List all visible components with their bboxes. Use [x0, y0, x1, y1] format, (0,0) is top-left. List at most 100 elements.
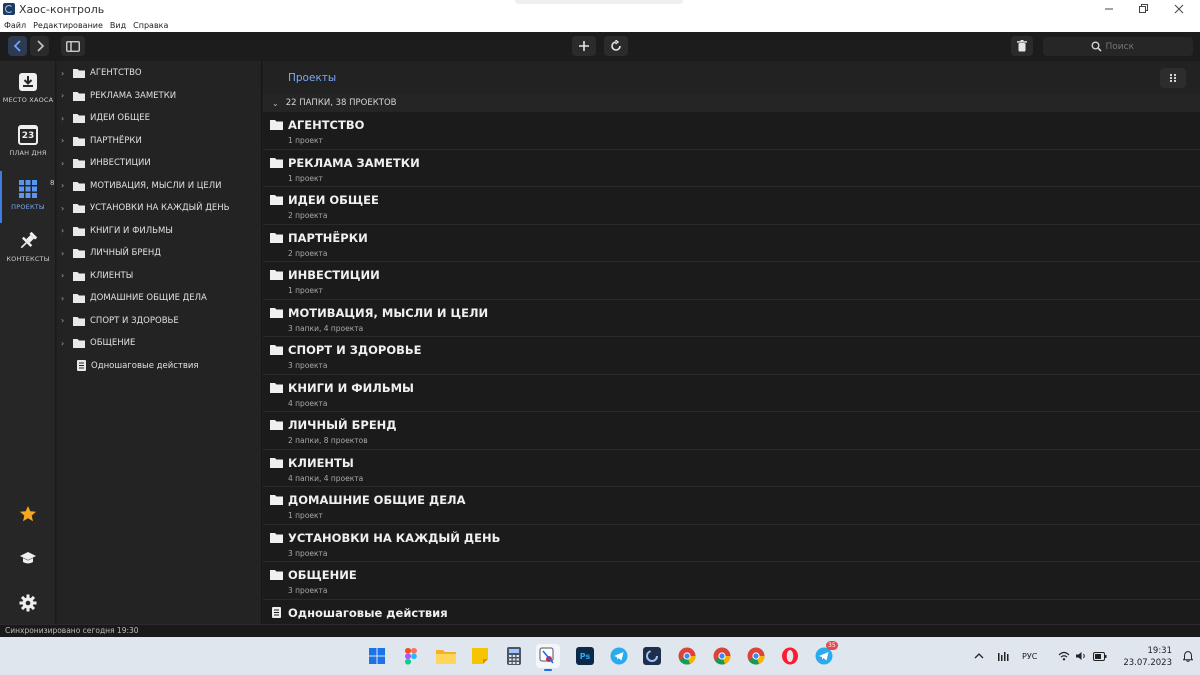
tree-item[interactable]: › ИНВЕСТИЦИИ: [57, 152, 262, 174]
tree-item[interactable]: › АГЕНТСТВО: [57, 62, 262, 84]
tree-item[interactable]: › КНИГИ И ФИЛЬМЫ: [57, 220, 262, 242]
tree-item[interactable]: › ПАРТНЁРКИ: [57, 130, 262, 152]
learning-button[interactable]: [0, 547, 56, 571]
tree-item-label: РЕКЛАМА ЗАМЕТКИ: [90, 90, 177, 101]
list-item[interactable]: ИНВЕСТИЦИИ 1 проект: [263, 262, 1200, 300]
battery-icon[interactable]: [1093, 651, 1107, 661]
back-button[interactable]: [8, 36, 27, 56]
list-item[interactable]: РЕКЛАМА ЗАМЕТКИ 1 проект: [263, 150, 1200, 187]
restore-button[interactable]: [1126, 0, 1160, 18]
chevron-right-icon[interactable]: ›: [61, 339, 69, 348]
folder-tree: › АГЕНТСТВО › РЕКЛАМА ЗАМЕТКИ › ИДЕИ ОБЩЕЕ …: [57, 61, 262, 624]
taskbar-figma[interactable]: [399, 644, 423, 668]
taskbar-photoshop[interactable]: Ps: [573, 644, 597, 668]
list-item[interactable]: ЛИЧНЫЙ БРЕНД 2 папки, 8 проектов: [263, 412, 1200, 450]
list-item[interactable]: АГЕНТСТВО 1 проект: [263, 112, 1200, 150]
tree-item[interactable]: › СПОРТ И ЗДОРОВЬЕ: [57, 310, 262, 332]
chevron-right-icon[interactable]: ›: [61, 204, 69, 213]
list-item[interactable]: МОТИВАЦИЯ, МЫСЛИ И ЦЕЛИ 3 папки, 4 проект…: [263, 300, 1200, 337]
taskbar-snipping-tool[interactable]: [536, 644, 560, 671]
list-item[interactable]: ДОМАШНИЕ ОБЩИЕ ДЕЛА 1 проект: [263, 487, 1200, 525]
tree-item[interactable]: › КЛИЕНТЫ: [57, 265, 262, 287]
tree-item[interactable]: › ЛИЧНЫЙ БРЕНД: [57, 242, 262, 264]
chevron-right-icon[interactable]: ›: [61, 316, 69, 325]
tree-item[interactable]: › РЕКЛАМА ЗАМЕТКИ: [57, 85, 262, 107]
start-button[interactable]: [365, 644, 389, 668]
toolbar: [0, 32, 1200, 61]
notification-bell-icon[interactable]: [1183, 651, 1193, 662]
list-item[interactable]: КНИГИ И ФИЛЬМЫ 4 проекта: [263, 375, 1200, 412]
rail-item-day-plan[interactable]: 23 ПЛАН ДНЯ: [0, 123, 56, 175]
plus-icon: [579, 41, 589, 51]
chevron-right-icon[interactable]: ›: [61, 114, 69, 123]
search-box[interactable]: [1043, 37, 1193, 56]
add-button[interactable]: [572, 36, 596, 56]
chevron-up-icon[interactable]: [974, 651, 984, 661]
language-indicator[interactable]: РУС: [1022, 652, 1037, 661]
list-item-count: 1 проект: [288, 136, 323, 145]
favorites-button[interactable]: [0, 502, 56, 526]
tree-item[interactable]: › УСТАНОВКИ НА КАЖДЫЙ ДЕНЬ: [57, 197, 262, 219]
network-activity-icon[interactable]: [998, 651, 1010, 661]
chevron-right-icon[interactable]: ›: [61, 226, 69, 235]
minimize-button[interactable]: [1092, 0, 1126, 18]
chevron-right-icon[interactable]: ›: [61, 181, 69, 190]
chevron-right-icon[interactable]: ›: [61, 271, 69, 280]
tree-item[interactable]: › ИДЕИ ОБЩЕЕ: [57, 107, 262, 129]
volume-icon[interactable]: [1075, 651, 1087, 661]
taskbar-chrome-3[interactable]: [744, 644, 768, 668]
chevron-right-icon[interactable]: ›: [61, 69, 69, 78]
wifi-icon[interactable]: [1058, 651, 1070, 661]
tree-item-label: КНИГИ И ФИЛЬМЫ: [90, 225, 173, 236]
rail-item-chaos-place[interactable]: МЕСТО ХАОСА: [0, 69, 56, 121]
summary-group-header[interactable]: ⌄ 22 ПАПКИ, 38 ПРОЕКТОВ: [263, 94, 1200, 112]
rail-item-contexts[interactable]: КОНТЕКСТЫ: [0, 227, 56, 279]
taskbar-chrome-2[interactable]: [710, 644, 734, 668]
list-item[interactable]: ОБЩЕНИЕ 3 проекта: [263, 562, 1200, 600]
taskbar-sticky-notes[interactable]: [468, 644, 492, 668]
chevron-right-icon[interactable]: ›: [61, 294, 69, 303]
toggle-sidebar-button[interactable]: [61, 36, 85, 56]
menu-help[interactable]: Справка: [133, 21, 168, 30]
forward-button[interactable]: [30, 36, 49, 56]
list-item[interactable]: КЛИЕНТЫ 4 папки, 4 проекта: [263, 450, 1200, 487]
tree-item-single-step[interactable]: Одношаговые действия: [57, 355, 262, 377]
taskbar-explorer[interactable]: [434, 644, 458, 668]
taskbar-opera[interactable]: [778, 644, 802, 668]
settings-button[interactable]: [0, 591, 56, 615]
close-button[interactable]: [1162, 0, 1196, 18]
taskbar-telegram-2[interactable]: 35: [812, 641, 838, 668]
delete-button[interactable]: [1011, 36, 1033, 56]
system-clock[interactable]: 19:31 23.07.2023: [1116, 645, 1172, 669]
projects-main: Проекты ⌄ 22 ПАПКИ, 38 ПРОЕКТОВ АГЕНТСТВ…: [263, 61, 1200, 624]
taskbar-chrome-1[interactable]: [675, 644, 699, 668]
chevron-right-icon[interactable]: ›: [61, 91, 69, 100]
menu-view[interactable]: Вид: [110, 21, 126, 30]
chevron-down-icon[interactable]: ⌄: [272, 99, 279, 108]
top-drag-handle[interactable]: [515, 0, 683, 4]
sync-button[interactable]: [604, 36, 628, 56]
taskbar-calculator[interactable]: [502, 644, 526, 668]
rail-item-projects[interactable]: ПРОЕКТЫ: [0, 171, 56, 223]
tree-item[interactable]: › ДОМАШНИЕ ОБЩИЕ ДЕЛА: [57, 287, 262, 309]
rail-label-contexts: КОНТЕКСТЫ: [6, 255, 50, 263]
telegram-icon: [610, 647, 628, 665]
chevron-right-icon[interactable]: ›: [61, 159, 69, 168]
tree-item-label: КЛИЕНТЫ: [90, 270, 134, 281]
chevron-right-icon[interactable]: ›: [61, 249, 69, 258]
taskbar-telegram[interactable]: [607, 644, 631, 668]
list-item[interactable]: СПОРТ И ЗДОРОВЬЕ 3 проекта: [263, 337, 1200, 375]
folder-icon: [270, 382, 283, 393]
search-input[interactable]: [1105, 41, 1146, 52]
tree-item[interactable]: › ОБЩЕНИЕ: [57, 332, 262, 354]
menu-edit[interactable]: Редактирование: [33, 21, 103, 30]
tree-item[interactable]: › МОТИВАЦИЯ, МЫСЛИ И ЦЕЛИ: [57, 175, 262, 197]
chevron-right-icon[interactable]: ›: [61, 136, 69, 145]
list-item[interactable]: ПАРТНЁРКИ 2 проекта: [263, 225, 1200, 262]
taskbar-chaos-control[interactable]: [640, 644, 664, 668]
list-item[interactable]: УСТАНОВКИ НА КАЖДЫЙ ДЕНЬ 3 проекта: [263, 525, 1200, 562]
list-item[interactable]: ИДЕИ ОБЩЕЕ 2 проекта: [263, 187, 1200, 225]
menu-file[interactable]: Файл: [4, 21, 26, 30]
system-tray: РУС: [974, 637, 1107, 675]
options-button[interactable]: [1160, 68, 1186, 88]
